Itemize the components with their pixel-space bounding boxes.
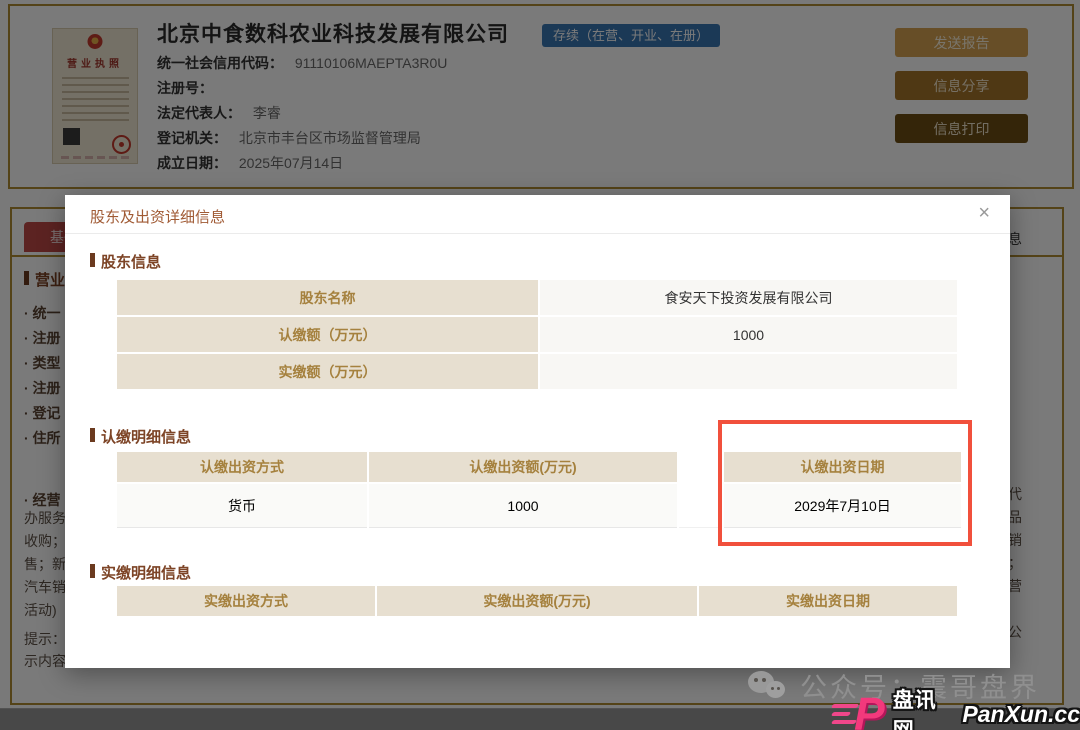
table-label-cell: 实缴额（万元） <box>117 354 538 389</box>
panxun-p-icon: P <box>854 694 885 730</box>
section-bar-icon <box>90 253 95 267</box>
table-value-cell: 食安天下投资发展有限公司 <box>540 280 957 315</box>
page: 营业执照 北京中食数科农业科技发展有限公司 存续（在营、开业、在册） 统一社会信… <box>0 0 1080 730</box>
shareholder-table: 股东名称 食安天下投资发展有限公司 认缴额（万元） 1000 实缴额（万元） <box>117 280 961 389</box>
wechat-icon <box>748 669 790 703</box>
subscribed-table-header: 认缴出资方式 认缴出资额(万元) 认缴出资日期 <box>117 452 961 482</box>
column-header: 认缴出资方式 <box>117 452 367 482</box>
column-header: 认缴出资额(万元) <box>369 452 677 482</box>
column-header: 实缴出资额(万元) <box>377 586 697 616</box>
section-bar-icon <box>90 564 95 578</box>
site-domain: PanXun.cc <box>962 701 1080 728</box>
column-header: 实缴出资日期 <box>699 586 957 616</box>
table-label-cell: 认缴额（万元） <box>117 317 538 352</box>
section-subscribed-detail: 认缴明细信息 <box>90 426 191 447</box>
section-title: 股东信息 <box>101 254 161 271</box>
modal-title: 股东及出资详细信息 <box>90 206 225 227</box>
wechat-bubble-small <box>766 681 785 698</box>
section-title: 实缴明细信息 <box>101 565 191 582</box>
column-header: 认缴出资日期 <box>724 452 961 482</box>
table-label-cell: 股东名称 <box>117 280 538 315</box>
column-header: 实缴出资方式 <box>117 586 375 616</box>
panxun-logo: P 盘讯网 PanXun.cc <box>832 684 1080 730</box>
site-name: 盘讯网 <box>893 684 953 730</box>
table-value-cell <box>540 354 957 389</box>
section-bar-icon <box>90 428 95 442</box>
column-spacer <box>679 452 722 482</box>
close-icon[interactable]: × <box>978 200 990 226</box>
section-paid-detail: 实缴明细信息 <box>90 562 191 583</box>
table-cell-amount: 1000 <box>369 484 677 528</box>
table-value-cell: 1000 <box>540 317 957 352</box>
subscribed-table-row: 货币 1000 2029年7月10日 <box>117 484 961 528</box>
column-spacer <box>679 484 722 528</box>
section-shareholder-info: 股东信息 <box>90 251 161 272</box>
paid-table-header: 实缴出资方式 实缴出资额(万元) 实缴出资日期 <box>117 586 961 616</box>
shareholder-detail-modal: 股东及出资详细信息 × 股东信息 股东名称 食安天下投资发展有限公司 认缴额（万… <box>65 195 1010 668</box>
modal-header-divider <box>65 233 1010 234</box>
table-cell-method: 货币 <box>117 484 367 528</box>
table-cell-date: 2029年7月10日 <box>724 484 961 528</box>
section-title: 认缴明细信息 <box>101 429 191 446</box>
